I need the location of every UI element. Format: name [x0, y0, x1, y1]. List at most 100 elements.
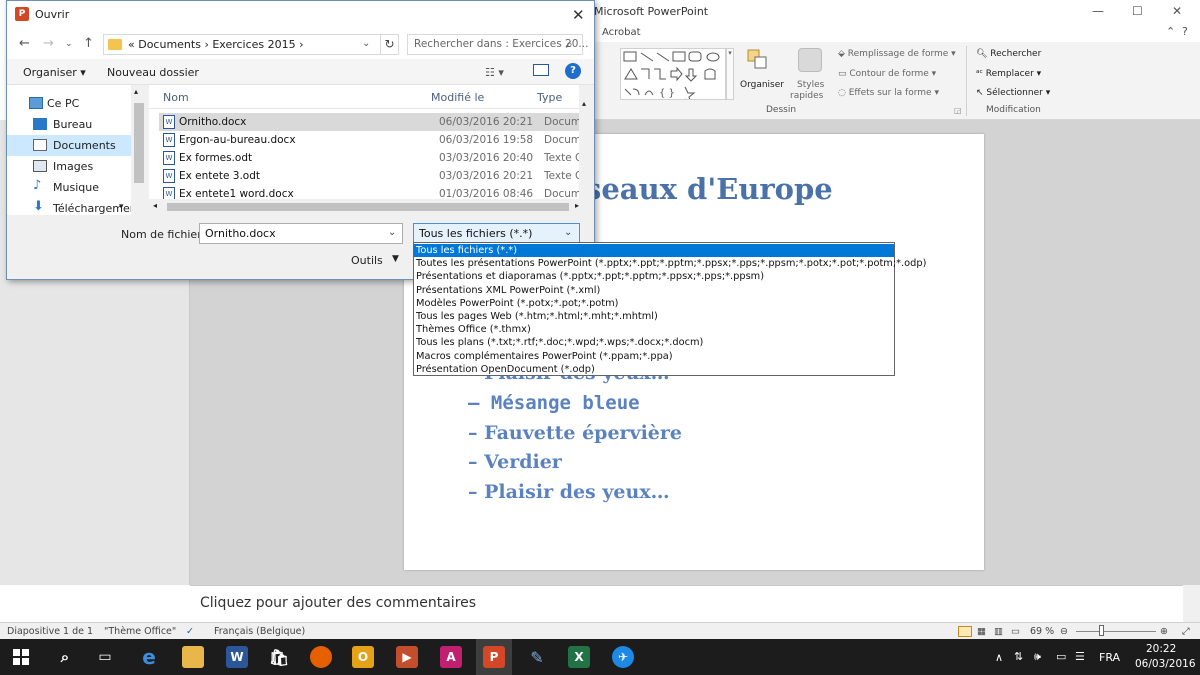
chevron-down-icon[interactable]: ⌄ [388, 227, 396, 238]
up-arrow-icon[interactable]: ↑ [83, 36, 94, 51]
file-type-option[interactable]: Tous les fichiers (*.*) [414, 244, 894, 258]
scroll-up-icon[interactable]: ▴ [582, 99, 586, 108]
file-type-option[interactable]: Modèles PowerPoint (*.potx;*.pot;*.potm) [414, 297, 894, 310]
column-header-modified[interactable]: Modifié le [431, 91, 484, 104]
file-type-select[interactable]: Tous les fichiers (*.*) ⌄ [413, 223, 580, 244]
help-icon[interactable]: ? [1182, 25, 1188, 38]
file-type-option[interactable]: Macros complémentaires PowerPoint (*.ppa… [414, 350, 894, 363]
search-icon[interactable]: ⌕ [566, 37, 573, 52]
new-folder-button[interactable]: Nouveau dossier [107, 66, 199, 79]
network-tray-icon[interactable]: ⇅ [1014, 650, 1023, 663]
notes-scrollbar[interactable] [1183, 585, 1200, 622]
address-bar[interactable]: « Documents › Exercices 2015 › ⌄ [103, 34, 381, 55]
breadcrumb[interactable]: « Documents › Exercices 2015 › [128, 38, 304, 51]
firefox-icon[interactable] [310, 646, 332, 668]
horizontal-scroll-thumb[interactable] [167, 203, 569, 211]
tools-dropdown-icon[interactable]: ▼ [392, 254, 399, 264]
chevron-down-icon[interactable]: ⌄ [564, 227, 572, 238]
file-row[interactable]: W Ergon-au-bureau.docx 06/03/2016 19:58 … [159, 131, 579, 149]
file-type-option[interactable]: Présentations XML PowerPoint (*.xml) [414, 284, 894, 297]
slide-title[interactable]: iseaux d'Europe [574, 172, 833, 206]
zoom-slider-track[interactable] [1076, 631, 1156, 632]
slide-bullet[interactable]: – Verdier [468, 451, 562, 473]
spellcheck-icon[interactable]: ✓ [186, 626, 194, 637]
store-icon[interactable]: 🛍︎ [268, 646, 290, 668]
nav-item-ce-pc[interactable]: Ce PC [7, 93, 131, 114]
organize-button[interactable]: Organiser ▾ [23, 66, 86, 79]
quick-styles-label1[interactable]: Styles [797, 80, 824, 90]
chevron-down-icon[interactable]: ⌄ [362, 38, 370, 49]
preview-pane-icon[interactable] [533, 64, 549, 76]
shape-outline-button[interactable]: ▭ Contour de forme ▾ [838, 69, 936, 79]
battery-icon[interactable]: ▭ [1056, 650, 1066, 663]
tools-button[interactable]: Outils [351, 254, 383, 267]
clock-time[interactable]: 20:22 [1146, 643, 1176, 655]
notes-placeholder[interactable]: Cliquez pour ajouter des commentaires [200, 595, 476, 611]
dialog-launcher-icon[interactable]: ◲ [954, 106, 962, 115]
volume-icon[interactable]: 🕪︎ [1034, 650, 1041, 664]
file-row[interactable]: W Ex entete 3.odt 03/03/2016 20:21 Texte… [159, 167, 579, 185]
arrange-icon[interactable] [746, 48, 770, 72]
scroll-left-icon[interactable]: ◂ [153, 201, 157, 210]
scroll-up-icon[interactable]: ▴ [134, 87, 138, 96]
fit-slide-icon[interactable]: ⤢ [1182, 626, 1190, 637]
close-window-button[interactable]: ✕ [1172, 4, 1182, 18]
filename-input[interactable]: Ornitho.docx ⌄ [199, 223, 403, 244]
shape-effects-button[interactable]: ◌ Effets sur la forme ▾ [838, 88, 939, 98]
shapes-gallery-more[interactable]: ▾ [726, 48, 734, 100]
zoom-in-icon[interactable]: ⊕ [1160, 626, 1168, 637]
language-status[interactable]: Français (Belgique) [214, 626, 305, 637]
search-input[interactable]: Rechercher dans : Exercices 20... ⌕ [407, 34, 588, 55]
search-icon[interactable]: ⌕ [54, 646, 76, 668]
shape-fill-button[interactable]: ⬙ Remplissage de forme ▾ [838, 49, 956, 59]
reading-view-icon[interactable]: ▥ [994, 626, 1003, 637]
arrange-button[interactable]: Organiser [740, 80, 784, 90]
slide-bullet[interactable]: – Fauvette épervière [468, 422, 682, 444]
slide-bullet[interactable]: – Plaisir des yeux… [468, 481, 670, 503]
zoom-out-icon[interactable]: ⊖ [1060, 626, 1068, 637]
nav-scrollbar[interactable]: ▴ [131, 85, 147, 215]
shapes-gallery[interactable]: { } [620, 48, 726, 105]
zoom-level[interactable]: 69 % [1030, 626, 1054, 637]
minimize-button[interactable]: — [1092, 4, 1104, 18]
file-type-selected[interactable]: Tous les fichiers (*.*) [419, 227, 532, 240]
task-view-icon[interactable]: ▭ [94, 646, 116, 668]
view-options-icon[interactable]: ☷ ▾ [485, 66, 504, 79]
file-row[interactable]: W Ex entete1 word.docx 01/03/2016 08:46 … [159, 185, 579, 199]
file-type-option[interactable]: Présentations et diaporamas (*.pptx;*.pp… [414, 270, 894, 283]
scroll-right-icon[interactable]: ▸ [575, 201, 579, 210]
file-row[interactable]: W Ex formes.odt 03/03/2016 20:40 Texte O… [159, 149, 579, 167]
quick-styles-label2[interactable]: rapides [790, 91, 823, 101]
file-type-option[interactable]: Thèmes Office (*.thmx) [414, 323, 894, 336]
file-type-option[interactable]: Tous les pages Web (*.htm;*.html;*.mht;*… [414, 310, 894, 323]
slide-bullet[interactable]: – Mésange bleue [468, 392, 640, 414]
column-header-name[interactable]: Nom [163, 91, 189, 104]
refresh-icon[interactable]: ↻ [381, 34, 399, 55]
notes-pane[interactable]: Cliquez pour ajouter des commentaires [190, 585, 1200, 622]
help-icon[interactable]: ? [565, 63, 581, 79]
file-list-vertical-scrollbar[interactable]: ▴ [579, 85, 593, 199]
normal-view-icon[interactable] [958, 626, 972, 637]
file-type-option[interactable]: Toutes les présentations PowerPoint (*.p… [414, 257, 926, 270]
file-row[interactable]: W Ornitho.docx 06/03/2016 20:21 Document [159, 113, 579, 131]
powerpoint-icon[interactable]: P [483, 646, 505, 668]
edge-icon[interactable]: e [138, 645, 160, 669]
slide-sorter-icon[interactable]: ▦ [977, 626, 986, 637]
excel-icon[interactable]: X [568, 646, 590, 668]
select-button[interactable]: ↖ Sélectionner ▾ [976, 88, 1050, 98]
media-player-icon[interactable]: ▶ [396, 646, 418, 668]
acrobat-icon[interactable]: A [440, 646, 462, 668]
filename-value[interactable]: Ornitho.docx [205, 227, 276, 240]
quick-styles-icon[interactable] [798, 48, 822, 72]
nav-scroll-thumb[interactable] [134, 103, 144, 183]
column-header-type[interactable]: Type [537, 91, 562, 104]
clock-date[interactable]: 06/03/2016 [1135, 658, 1196, 670]
collapse-ribbon-icon[interactable]: ⌃ [1166, 25, 1175, 38]
notifications-icon[interactable]: ☰ [1075, 650, 1085, 663]
tab-acrobat[interactable]: Acrobat [602, 27, 641, 38]
find-button[interactable]: 🔍︎ Rechercher [976, 49, 1041, 59]
back-arrow-icon[interactable]: ← [19, 36, 30, 51]
replace-button[interactable]: ᵃᶜ Remplacer ▾ [976, 69, 1041, 79]
word-icon[interactable]: W [226, 646, 248, 668]
recent-locations-chevron-icon[interactable]: ⌄ [65, 39, 73, 49]
